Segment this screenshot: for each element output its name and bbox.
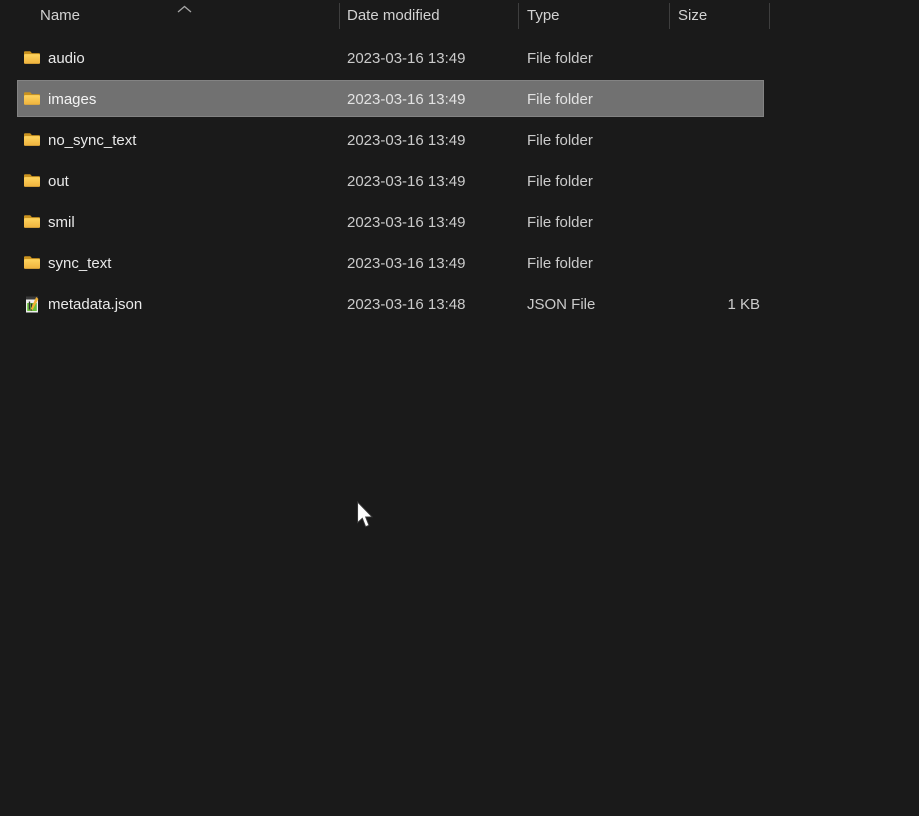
table-row[interactable]: audio 2023-03-16 13:49 File folder bbox=[0, 38, 919, 79]
file-date-modified: 2023-03-16 13:49 bbox=[347, 173, 466, 190]
table-row[interactable]: images 2023-03-16 13:49 File folder bbox=[0, 79, 919, 120]
folder-icon bbox=[23, 131, 42, 150]
file-name: no_sync_text bbox=[48, 132, 137, 149]
file-type: File folder bbox=[527, 132, 593, 149]
file-name: sync_text bbox=[48, 255, 112, 272]
column-header-name[interactable]: Name bbox=[40, 0, 80, 32]
file-date-modified: 2023-03-16 13:48 bbox=[347, 296, 466, 313]
file-type: File folder bbox=[527, 50, 593, 67]
table-row[interactable]: no_sync_text 2023-03-16 13:49 File folde… bbox=[0, 120, 919, 161]
file-size bbox=[669, 120, 760, 161]
file-size bbox=[669, 38, 760, 79]
file-name: audio bbox=[48, 50, 85, 67]
file-type: File folder bbox=[527, 173, 593, 190]
column-divider[interactable] bbox=[769, 3, 770, 29]
table-row[interactable]: smil 2023-03-16 13:49 File folder bbox=[0, 202, 919, 243]
file-name: out bbox=[48, 173, 69, 190]
file-size bbox=[669, 202, 760, 243]
file-date-modified: 2023-03-16 13:49 bbox=[347, 132, 466, 149]
file-name: metadata.json bbox=[48, 296, 143, 313]
column-header-bar: Name Date modified Type Size bbox=[0, 0, 919, 32]
column-header-size[interactable]: Size bbox=[678, 0, 707, 32]
folder-icon bbox=[23, 90, 42, 109]
file-type: JSON File bbox=[527, 296, 596, 313]
folder-icon bbox=[23, 172, 42, 191]
json-file-icon bbox=[23, 295, 42, 314]
file-date-modified: 2023-03-16 13:49 bbox=[347, 214, 466, 231]
table-row[interactable]: out 2023-03-16 13:49 File folder bbox=[0, 161, 919, 202]
file-size: 1 KB bbox=[727, 296, 760, 313]
folder-icon bbox=[23, 49, 42, 68]
table-row[interactable]: metadata.json 2023-03-16 13:48 JSON File… bbox=[0, 284, 919, 325]
file-type: File folder bbox=[527, 214, 593, 231]
mouse-cursor-arrow-icon bbox=[356, 500, 375, 530]
folder-icon bbox=[23, 254, 42, 273]
column-header-type[interactable]: Type bbox=[527, 0, 560, 32]
file-size bbox=[669, 161, 760, 202]
file-date-modified: 2023-03-16 13:49 bbox=[347, 91, 466, 108]
column-divider[interactable] bbox=[669, 3, 670, 29]
file-list: audio 2023-03-16 13:49 File folder image… bbox=[0, 38, 919, 325]
folder-icon bbox=[23, 213, 42, 232]
file-size bbox=[669, 243, 760, 284]
file-date-modified: 2023-03-16 13:49 bbox=[347, 255, 466, 272]
column-header-date-modified[interactable]: Date modified bbox=[347, 0, 440, 32]
file-type: File folder bbox=[527, 91, 593, 108]
table-row[interactable]: sync_text 2023-03-16 13:49 File folder bbox=[0, 243, 919, 284]
file-date-modified: 2023-03-16 13:49 bbox=[347, 50, 466, 67]
file-size bbox=[669, 79, 760, 120]
file-type: File folder bbox=[527, 255, 593, 272]
column-divider[interactable] bbox=[518, 3, 519, 29]
column-divider[interactable] bbox=[339, 3, 340, 29]
sort-ascending-chevron-up-icon bbox=[176, 1, 193, 13]
file-name: smil bbox=[48, 214, 75, 231]
file-name: images bbox=[48, 91, 97, 108]
